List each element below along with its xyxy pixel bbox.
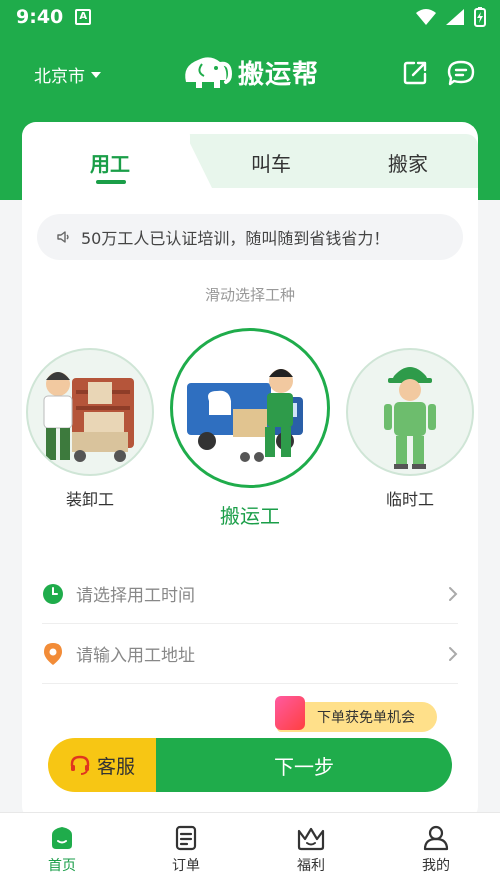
worker-option-mover[interactable]: 搬运工 xyxy=(170,328,330,529)
headset-icon xyxy=(70,755,90,775)
tab-hire-workers[interactable]: 用工 xyxy=(90,148,130,177)
bottom-nav: 首页 订单 福利 我的 xyxy=(0,812,500,888)
profile-icon xyxy=(423,825,449,851)
worker-label-mover: 搬运工 xyxy=(220,504,280,528)
chevron-right-icon xyxy=(449,587,458,601)
nav-orders[interactable]: 订单 xyxy=(146,825,226,875)
customer-service-label: 客服 xyxy=(96,755,135,778)
notice-banner: 50万工人已认证培训，随叫随到省钱省力！ xyxy=(37,214,463,260)
next-step-button[interactable]: 下一步 xyxy=(156,738,452,792)
service-tabs: 用工 叫车 搬家 xyxy=(22,122,478,188)
red-envelope-icon xyxy=(275,696,305,730)
share-icon[interactable] xyxy=(402,60,428,86)
tab-call-vehicle[interactable]: 叫车 xyxy=(251,148,291,177)
nav-home-label: 首页 xyxy=(48,858,76,874)
mover-illustration xyxy=(170,328,330,488)
work-time-placeholder: 请选择用工时间 xyxy=(76,586,195,606)
clock-icon xyxy=(43,583,63,604)
nav-benefits-label: 福利 xyxy=(297,858,325,874)
promo-badge: 下单获免单机会 xyxy=(275,696,437,732)
app-logo: 搬运帮 xyxy=(180,52,319,92)
signal-icon xyxy=(446,9,464,25)
nav-benefits[interactable]: 福利 xyxy=(271,825,351,875)
temp-worker-illustration xyxy=(346,348,474,476)
chevron-down-icon xyxy=(91,71,101,78)
home-icon xyxy=(52,827,72,849)
worker-label-temp: 临时工 xyxy=(385,490,434,509)
speaker-icon xyxy=(57,231,69,243)
notice-text: 50万工人已认证培训，随叫随到省钱省力！ xyxy=(81,229,390,248)
work-time-selector[interactable]: 请选择用工时间 xyxy=(42,564,458,624)
chevron-right-icon xyxy=(449,647,458,661)
work-address-placeholder: 请输入用工地址 xyxy=(76,646,195,666)
work-address-input[interactable]: 请输入用工地址 xyxy=(42,624,458,684)
loader-illustration xyxy=(26,348,154,476)
city-label: 北京市 xyxy=(34,67,85,87)
worker-option-loader[interactable]: 装卸工 xyxy=(26,348,154,510)
status-bar: 9:40 A xyxy=(0,0,500,34)
app-name: 搬运帮 xyxy=(238,59,320,90)
swipe-hint: 滑动选择工种 xyxy=(204,286,295,304)
city-selector[interactable]: 北京市 xyxy=(34,62,101,87)
location-pin-icon xyxy=(44,642,62,665)
message-icon[interactable] xyxy=(447,60,475,86)
action-buttons: 客服 下一步 xyxy=(48,738,452,792)
worker-label-loader: 装卸工 xyxy=(65,490,114,509)
elephant-logo-icon xyxy=(185,57,232,88)
orders-icon xyxy=(175,825,197,851)
crown-icon xyxy=(297,827,325,851)
notification-icon: A xyxy=(75,9,92,25)
nav-home[interactable]: 首页 xyxy=(22,825,102,875)
wifi-icon xyxy=(416,9,436,25)
nav-orders-label: 订单 xyxy=(172,858,200,874)
promo-text: 下单获免单机会 xyxy=(317,710,415,726)
tab-moving[interactable]: 搬家 xyxy=(388,148,428,177)
status-time: 9:40 xyxy=(16,6,64,28)
tab-underline xyxy=(96,180,126,184)
worker-option-temp[interactable]: 临时工 xyxy=(346,348,474,510)
nav-profile[interactable]: 我的 xyxy=(396,825,476,875)
nav-profile-label: 我的 xyxy=(422,858,450,874)
app-header: 北京市 搬运帮 xyxy=(0,44,500,104)
battery-icon xyxy=(474,7,486,27)
customer-service-button[interactable]: 客服 xyxy=(48,738,156,792)
main-card: 用工 叫车 搬家 50万工人已认证培训，随叫随到省钱省力！ 滑动选择工种 装卸工… xyxy=(22,122,478,822)
